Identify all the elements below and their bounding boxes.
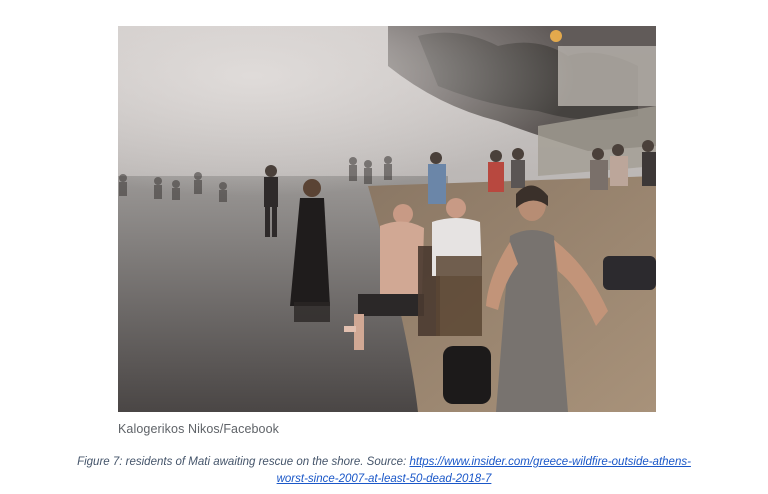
beach-rescue-photo [118,26,656,412]
photo-credit: Kalogerikos Nikos/Facebook [118,422,280,436]
caption-text: Figure 7: residents of Mati awaiting res… [77,456,410,468]
source-link-line2: worst-since-2007-at-least-50-dead-2018-7 [276,473,492,485]
figure-caption: Figure 7: residents of Mati awaiting res… [20,454,748,488]
source-link-line1: https://www.insider.com/greece-wildfire-… [409,456,691,468]
photo-illustration [118,26,656,412]
